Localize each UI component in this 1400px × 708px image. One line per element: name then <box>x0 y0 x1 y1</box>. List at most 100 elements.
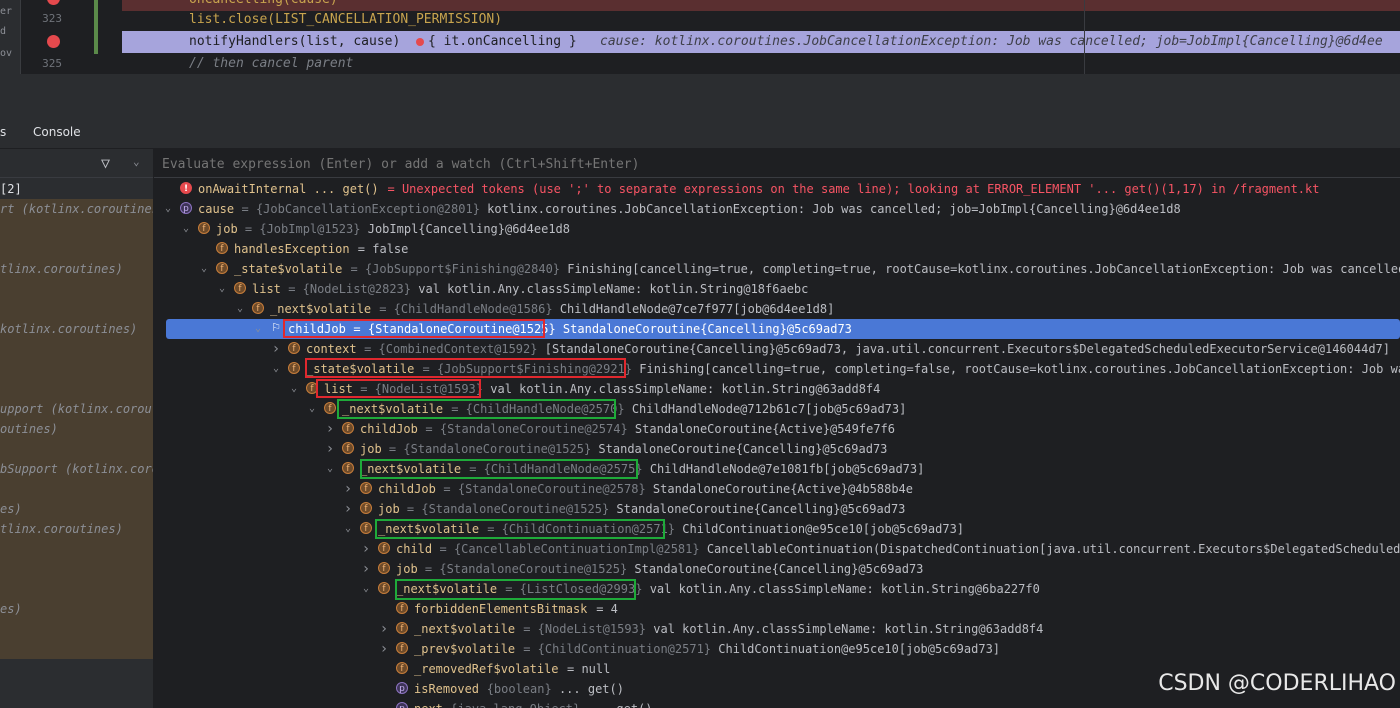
breakpoint-icon[interactable] <box>47 35 60 48</box>
variable-row[interactable]: ! onAwaitInternal ... get() = Unexpected t… <box>154 179 1400 199</box>
frame-item[interactable]: tlinx.coroutines) <box>0 259 153 279</box>
frame-item[interactable] <box>0 479 153 499</box>
lambda-breakpoint-icon[interactable] <box>416 38 424 46</box>
collapse-arrow-icon[interactable]: ⌄ <box>252 319 264 339</box>
collapse-arrow-icon[interactable]: ⌄ <box>198 259 210 279</box>
variable-type: = {JobSupport$Finishing@2840} <box>350 262 561 276</box>
frame-item[interactable] <box>0 219 153 239</box>
inline-value-hint: cause: kotlinx.coroutines.JobCancellatio… <box>600 34 1383 49</box>
frame-label: tlinx.coroutines) <box>0 262 123 276</box>
variable-row[interactable]: › f child = {CancellableContinuationImpl@25… <box>154 539 1400 559</box>
variable-row[interactable]: ⌄ f _next$volatile = {ChildHandleNode@2570}… <box>154 399 1400 419</box>
variable-name: child <box>396 542 433 556</box>
frame-item[interactable]: es) <box>0 499 153 519</box>
expand-arrow-icon[interactable]: › <box>360 539 372 559</box>
variable-row[interactable]: › f job = {StandaloneCoroutine@1525} Standa… <box>154 439 1400 459</box>
collapse-arrow-icon[interactable]: ⌄ <box>216 279 228 299</box>
variable-row[interactable]: › f childJob = {StandaloneCoroutine@2578} S… <box>154 479 1400 499</box>
frame-item[interactable] <box>0 619 153 639</box>
collapse-arrow-icon[interactable]: ⌄ <box>270 359 282 379</box>
chevron-down-icon[interactable]: ⌄ <box>133 155 140 168</box>
variable-name: childJob <box>360 422 418 436</box>
frame-item[interactable]: es) <box>0 599 153 619</box>
gutter-fragment: d <box>0 26 7 37</box>
expand-arrow-icon[interactable]: › <box>270 339 282 359</box>
variable-row[interactable]: ⌄ f list = {NodeList@2823} val kotlin.Any.c… <box>154 279 1400 299</box>
variable-row[interactable]: ⌄ f _next$volatile = {ChildContinuation@257… <box>154 519 1400 539</box>
tab-console[interactable]: Console <box>33 116 81 148</box>
collapse-arrow-icon[interactable]: ⌄ <box>288 379 300 399</box>
frame-item[interactable]: outines) <box>0 419 153 439</box>
frame-item[interactable]: upport (kotlinx.corouti <box>0 399 153 419</box>
expand-arrow-icon[interactable]: › <box>360 559 372 579</box>
frame-item[interactable]: rt (kotlinx.coroutines <box>0 199 153 219</box>
field-icon: f <box>198 222 210 234</box>
code-editor[interactable]: er d ov onCancelling(cause) 323 list.clo… <box>0 0 1400 74</box>
variable-row[interactable]: ⌄ f job = {JobImpl@1523} JobImpl{Cancelling… <box>154 219 1400 239</box>
variable-row[interactable]: › f _prev$volatile = {ChildContinuation@257… <box>154 639 1400 659</box>
variable-row[interactable]: › f context = {CombinedContext@1592} [Stand… <box>154 339 1400 359</box>
collapse-arrow-icon[interactable]: ⌄ <box>360 579 372 599</box>
variable-value: [StandaloneCoroutine{Cancelling}@5c69ad7… <box>544 342 1390 356</box>
frame-item[interactable] <box>0 339 153 359</box>
filter-icon[interactable]: ▽ <box>101 154 110 172</box>
variable-name: job <box>360 442 382 456</box>
frame-item[interactable] <box>0 539 153 559</box>
expand-arrow-icon[interactable]: › <box>342 479 354 499</box>
variable-details: = Unexpected tokens (use ';' to separate… <box>388 179 1320 199</box>
breakpoint-icon[interactable] <box>47 0 60 5</box>
tab-threads-variables[interactable]: s <box>0 116 6 148</box>
variable-row[interactable]: ⌄ ⚐ childJob = {StandaloneCoroutine@1525} S… <box>166 319 1400 339</box>
frame-item[interactable] <box>0 379 153 399</box>
gutter-fragment: ov <box>0 48 13 59</box>
frame-item[interactable] <box>0 559 153 579</box>
expand-arrow-icon[interactable]: › <box>324 419 336 439</box>
variable-row[interactable]: ⌄ f list = {NodeList@1593} val kotlin.Any.c… <box>154 379 1400 399</box>
frame-item[interactable]: bSupport (kotlinx.coro <box>0 459 153 479</box>
variable-value: kotlinx.coroutines.JobCancellationExcept… <box>487 202 1181 216</box>
variable-row[interactable]: › f _next$volatile = {NodeList@1593} val ko… <box>154 619 1400 639</box>
frame-item[interactable] <box>0 359 153 379</box>
variable-row[interactable]: ⌄ f _next$volatile = {ChildHandleNode@2575}… <box>154 459 1400 479</box>
variable-row[interactable]: f handlesException = false <box>154 239 1400 259</box>
variable-row[interactable]: f forbiddenElementsBitmask = 4 <box>154 599 1400 619</box>
variable-details: = {NodeList@1593} val kotlin.Any.classSi… <box>360 379 880 399</box>
variable-name: cause <box>198 202 235 216</box>
frame-item[interactable] <box>0 439 153 459</box>
expand-arrow-icon[interactable]: › <box>342 499 354 519</box>
frame-item[interactable] <box>0 299 153 319</box>
variable-row[interactable]: ⌄ f _next$volatile = {ChildHandleNode@1586}… <box>154 299 1400 319</box>
collapse-arrow-icon[interactable]: ⌄ <box>342 519 354 539</box>
variable-details: = {ChildHandleNode@1586} ChildHandleNode… <box>379 299 834 319</box>
collapse-arrow-icon[interactable]: ⌄ <box>162 199 174 219</box>
collapse-arrow-icon[interactable]: ⌄ <box>306 399 318 419</box>
evaluate-expression-input[interactable] <box>160 152 1394 176</box>
frame-item[interactable]: kotlinx.coroutines) <box>0 319 153 339</box>
expand-arrow-icon[interactable]: › <box>378 619 390 639</box>
collapse-arrow-icon[interactable]: ⌄ <box>180 219 192 239</box>
collapse-arrow-icon[interactable]: ⌄ <box>234 299 246 319</box>
variable-type: = {ChildContinuation@2571} <box>523 642 712 656</box>
debugger-tabs: s Console <box>0 116 1400 149</box>
variable-name: _next$volatile <box>396 582 498 596</box>
frame-item[interactable]: tlinx.coroutines) <box>0 519 153 539</box>
collapse-arrow-icon[interactable]: ⌄ <box>324 459 336 479</box>
frame-item[interactable] <box>0 639 153 659</box>
frame-item[interactable] <box>0 279 153 299</box>
variable-row[interactable]: ⌄ f _next$volatile = {ListClosed@2993} val … <box>154 579 1400 599</box>
variable-row[interactable]: › f job = {StandaloneCoroutine@1525} Standa… <box>154 499 1400 519</box>
expand-arrow-icon[interactable]: › <box>324 439 336 459</box>
variable-row[interactable]: ⌄ p cause = {JobCancellationException@2801}… <box>154 199 1400 219</box>
variable-row[interactable]: ⌄ f _state$volatile = {JobSupport$Finishing… <box>154 359 1400 379</box>
frame-item[interactable] <box>0 239 153 259</box>
variable-name: _next$volatile <box>270 302 372 316</box>
variable-details: = {StandaloneCoroutine@2578} StandaloneC… <box>443 479 913 499</box>
frame-item[interactable] <box>0 579 153 599</box>
variable-value: ChildHandleNode@712b61c7[job@5c69ad73] <box>631 402 907 416</box>
field-icon: f <box>396 622 408 634</box>
expand-arrow-icon[interactable]: › <box>378 639 390 659</box>
variable-row[interactable]: › f job = {StandaloneCoroutine@1525} Standa… <box>154 559 1400 579</box>
variable-row[interactable]: pnext {java.lang.Object} ... get() <box>154 699 1400 708</box>
variable-row[interactable]: › f childJob = {StandaloneCoroutine@2574} S… <box>154 419 1400 439</box>
variable-row[interactable]: ⌄ f _state$volatile = {JobSupport$Finishing… <box>154 259 1400 279</box>
